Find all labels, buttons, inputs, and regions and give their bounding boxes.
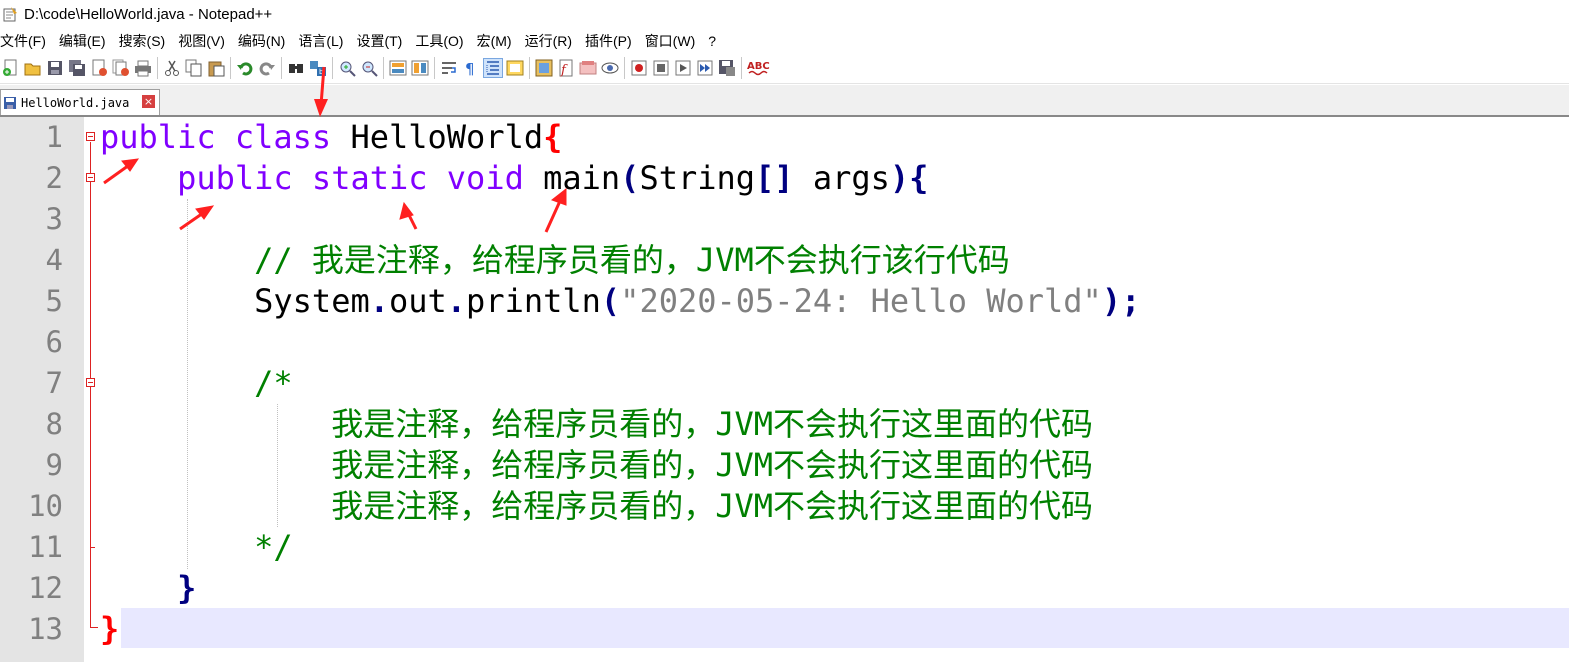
close-icon[interactable]	[90, 59, 108, 77]
title-bar: D:\code\HelloWorld.java - Notepad++	[0, 0, 1569, 28]
monitoring-icon[interactable]	[601, 59, 619, 77]
toolbar-separator	[741, 57, 742, 79]
window-title: D:\code\HelloWorld.java - Notepad++	[24, 5, 273, 23]
menu-run[interactable]: 运行(R)	[525, 31, 572, 51]
save-icon[interactable]	[46, 59, 64, 77]
redo-icon[interactable]	[258, 59, 276, 77]
play-macro-icon[interactable]	[674, 59, 692, 77]
show-all-chars-icon[interactable]: ¶	[462, 59, 480, 78]
stop-record-icon[interactable]	[652, 59, 670, 77]
toolbar-separator	[157, 57, 158, 79]
menu-macro[interactable]: 宏(M)	[477, 31, 512, 51]
menu-window[interactable]: 窗口(W)	[645, 31, 696, 51]
print-icon[interactable]	[134, 59, 152, 77]
spell-check-icon[interactable]: ABC	[747, 59, 771, 77]
copy-icon[interactable]	[185, 59, 203, 77]
sync-horizontal-icon[interactable]	[411, 59, 429, 77]
menu-view[interactable]: 视图(V)	[178, 31, 225, 51]
cut-icon[interactable]	[163, 59, 181, 77]
save-all-icon[interactable]	[68, 59, 86, 77]
find-icon[interactable]	[287, 59, 305, 77]
arrow-icon	[179, 205, 215, 231]
toolbar: b ¶ f ABC	[0, 53, 1569, 84]
menu-settings[interactable]: 设置(T)	[356, 31, 402, 51]
menu-edit[interactable]: 编辑(E)	[59, 31, 106, 51]
close-all-icon[interactable]	[112, 59, 130, 77]
doc-map-icon[interactable]	[579, 59, 597, 77]
arrow-icon	[103, 158, 140, 185]
record-macro-icon[interactable]	[630, 59, 648, 77]
toolbar-separator	[383, 57, 384, 79]
menu-bar: 文件(F) 编辑(E) 搜索(S) 视图(V) 编码(N) 语言(L) 设置(T…	[0, 30, 1569, 52]
word-wrap-icon[interactable]	[440, 59, 458, 77]
code-editor[interactable]: 1 2 3 4 5 6 7 8 9 10 11 12 13 public cla…	[0, 66, 1569, 662]
zoom-out-icon[interactable]	[360, 59, 378, 77]
toolbar-separator	[281, 57, 282, 79]
toolbar-separator	[434, 57, 435, 79]
svg-text:¶: ¶	[465, 60, 475, 77]
tab-close-icon[interactable]: ×	[142, 95, 155, 108]
paste-icon[interactable]	[207, 59, 225, 77]
function-list-icon[interactable]	[535, 59, 553, 77]
arrow-icon	[544, 187, 567, 233]
tab-strip: HelloWorld.java ×	[0, 85, 1569, 117]
new-file-icon[interactable]	[2, 59, 20, 77]
menu-help[interactable]: ?	[708, 33, 716, 49]
save-macro-icon[interactable]	[718, 59, 736, 77]
menu-tools[interactable]: 工具(O)	[415, 31, 463, 51]
annotation-arrows	[103, 158, 567, 233]
arrow-icon	[399, 201, 418, 230]
sync-vertical-icon[interactable]	[389, 59, 407, 77]
menu-file[interactable]: 文件(F)	[0, 31, 46, 51]
folder-as-workspace-icon[interactable]: f	[557, 59, 575, 78]
toolbar-separator	[230, 57, 231, 79]
menu-encoding[interactable]: 编码(N)	[238, 31, 285, 51]
saved-file-icon	[3, 96, 17, 110]
run-macro-multiple-icon[interactable]	[696, 59, 714, 77]
undo-icon[interactable]	[236, 59, 254, 77]
arrow-icon	[314, 66, 328, 117]
language-icon[interactable]	[506, 59, 524, 77]
toolbar-separator	[624, 57, 625, 79]
tab-helloworld-java[interactable]: HelloWorld.java ×	[0, 89, 160, 115]
spell-check-label: ABC	[747, 61, 770, 72]
indent-guide-icon[interactable]	[483, 58, 503, 78]
toolbar-separator	[529, 57, 530, 79]
notepadpp-app-icon	[2, 6, 18, 22]
open-file-icon[interactable]	[24, 59, 42, 77]
menu-language[interactable]: 语言(L)	[298, 31, 343, 51]
menu-plugins[interactable]: 插件(P)	[585, 31, 632, 51]
zoom-in-icon[interactable]	[338, 59, 356, 77]
menu-search[interactable]: 搜索(S)	[119, 31, 166, 51]
tab-label: HelloWorld.java	[21, 95, 130, 110]
